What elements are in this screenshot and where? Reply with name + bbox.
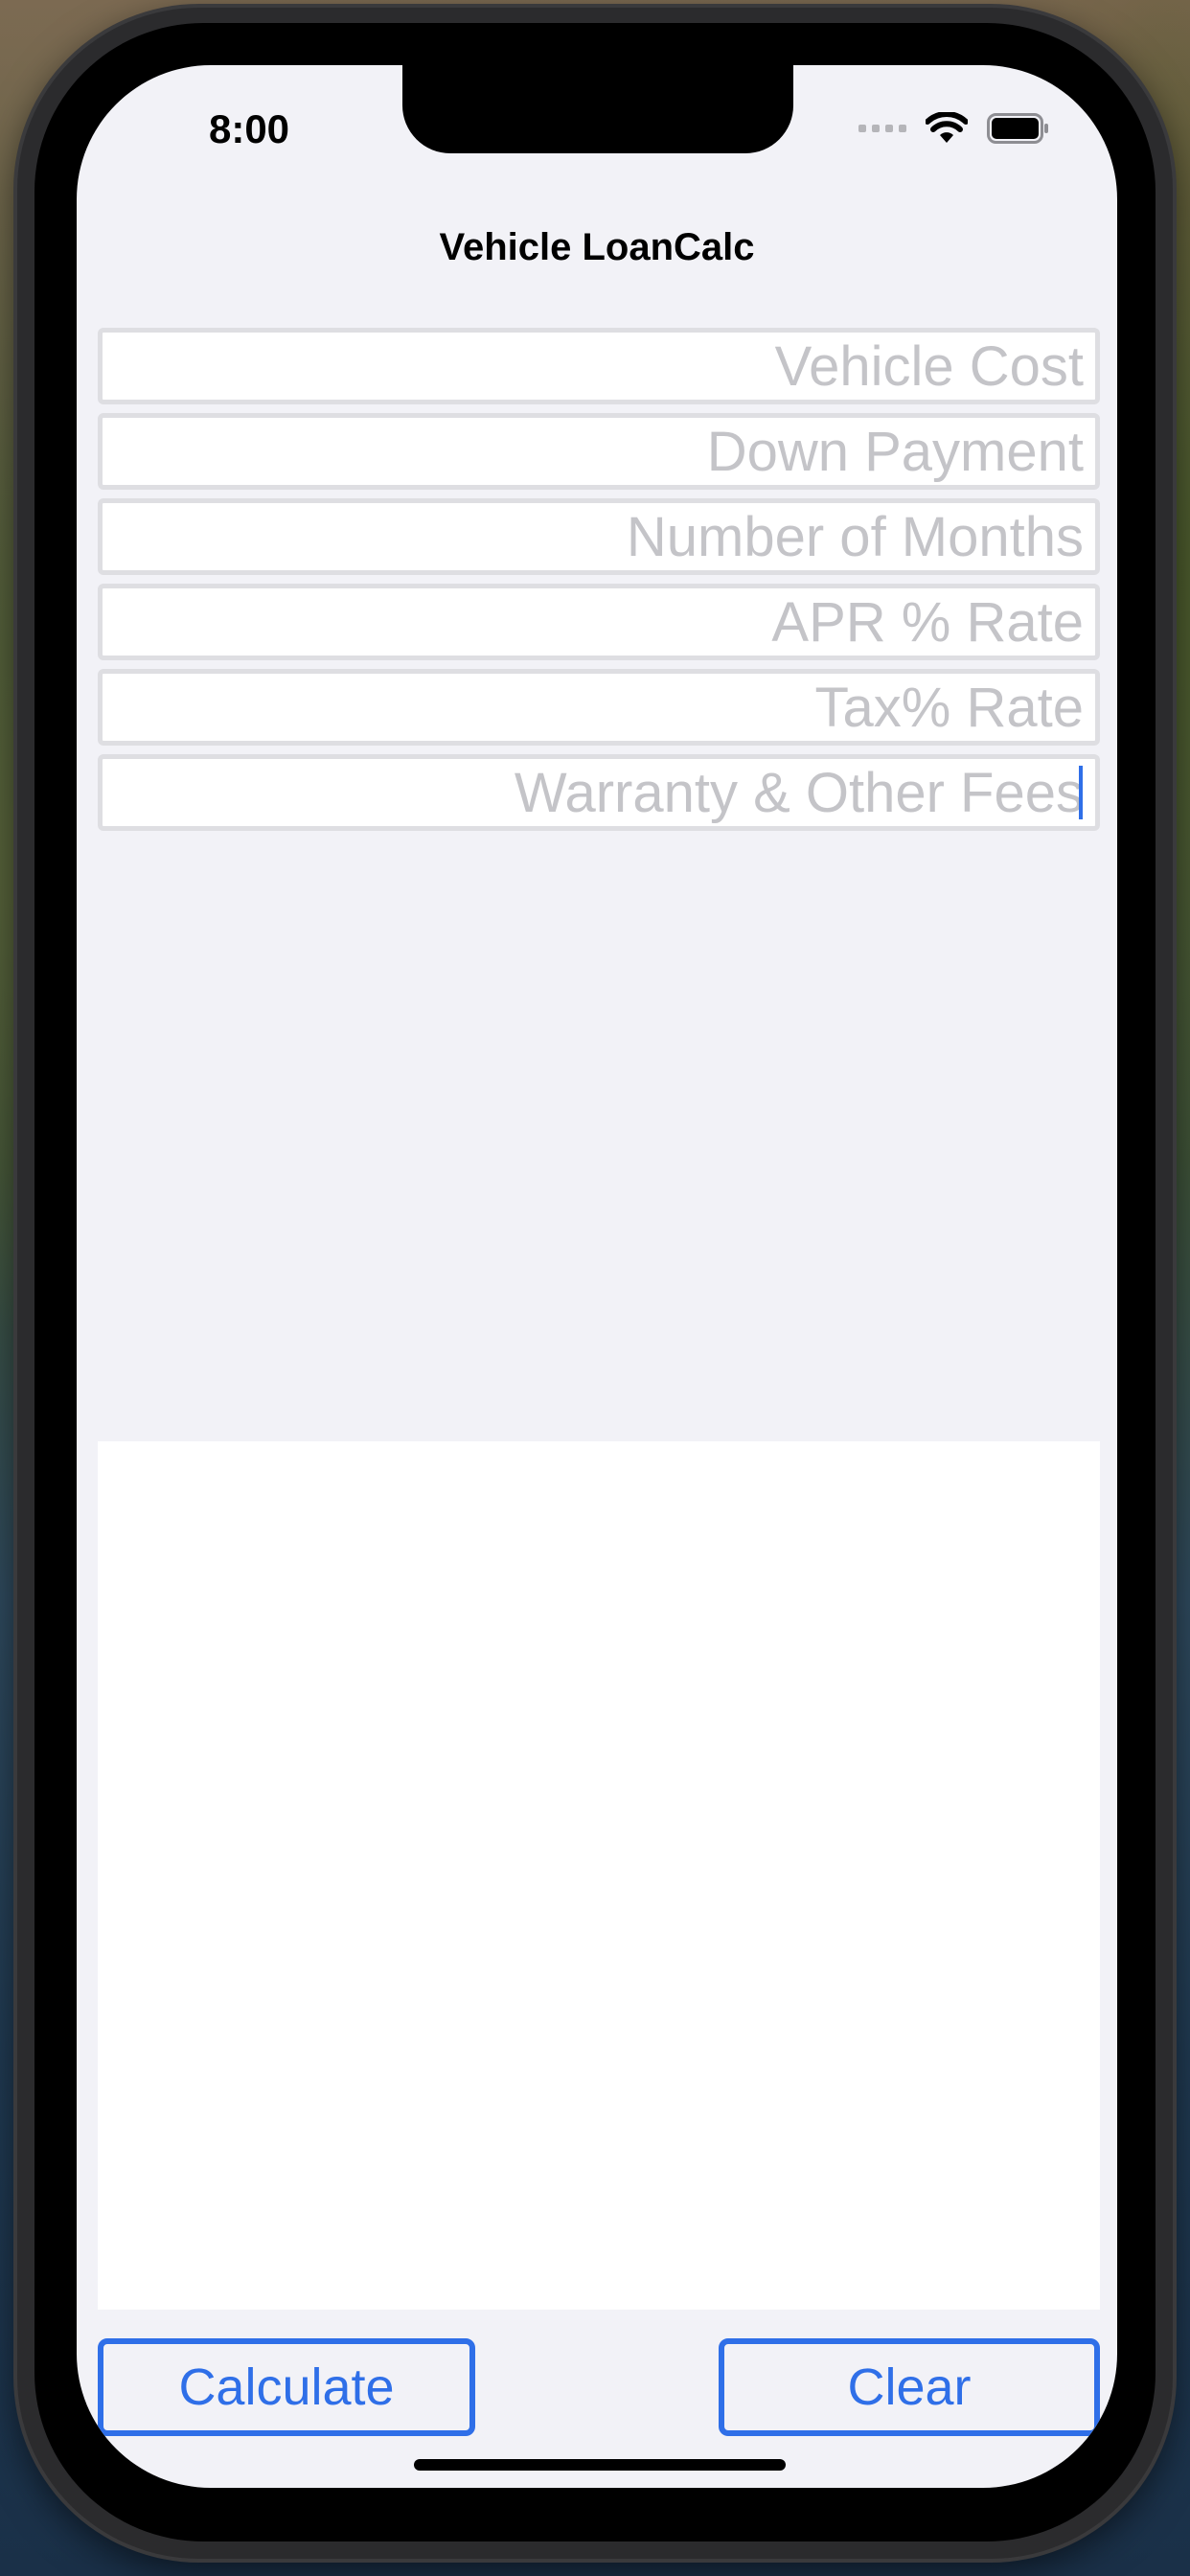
battery-icon — [987, 113, 1048, 144]
home-indicator[interactable] — [414, 2459, 786, 2471]
wifi-icon — [926, 112, 968, 143]
text-cursor — [1079, 766, 1083, 819]
result-text-view[interactable] — [98, 1441, 1100, 2310]
status-time: 8:00 — [208, 106, 290, 151]
loan-input-form — [98, 328, 1100, 840]
warranty-field-wrapper — [98, 754, 1100, 831]
cellular-signal-icon — [858, 125, 906, 132]
calculate-button[interactable]: Calculate — [98, 2338, 475, 2436]
tax-rate-field[interactable] — [98, 669, 1100, 746]
vehicle-cost-field[interactable] — [98, 328, 1100, 404]
down-payment-field[interactable] — [98, 413, 1100, 490]
page-title: Vehicle LoanCalc — [439, 226, 755, 268]
clear-button[interactable]: Clear — [719, 2338, 1100, 2436]
status-icons — [858, 109, 1050, 148]
apr-rate-field[interactable] — [98, 584, 1100, 660]
warranty-fees-field[interactable] — [98, 754, 1100, 831]
device-notch — [402, 65, 793, 153]
number-of-months-field[interactable] — [98, 498, 1100, 575]
app-screen: 8:00 Vehicle LoanCalc Calculate Clear — [77, 65, 1117, 2488]
